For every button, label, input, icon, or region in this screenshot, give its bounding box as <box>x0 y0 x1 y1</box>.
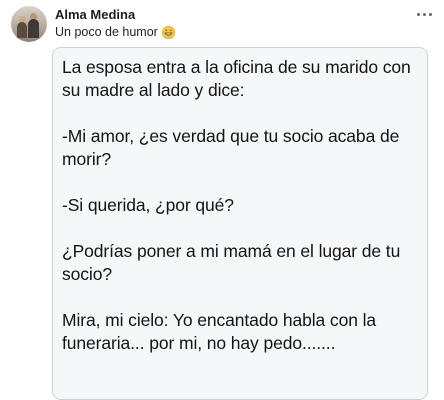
paragraph-5: Mira, mi cielo: Yo encantado habla con l… <box>62 310 377 353</box>
post-header: Alma Medina Un poco de humor <box>0 0 444 48</box>
post-text: La esposa entra a la oficina de su marid… <box>62 56 424 355</box>
paragraph-2: -Mi amor, ¿es verdad que tu socio acaba … <box>62 126 400 169</box>
paragraph-1: La esposa entra a la oficina de su marid… <box>62 57 411 100</box>
group-name[interactable]: Un poco de humor <box>55 25 158 39</box>
post-content-card: La esposa entra a la oficina de su marid… <box>52 47 428 400</box>
paragraph-4: ¿Podrías poner a mi mamá en el lugar de … <box>62 241 401 284</box>
group-line: Un poco de humor <box>55 25 175 39</box>
author-name[interactable]: Alma Medina <box>55 7 135 22</box>
grinning-face-emoji-icon <box>161 25 175 39</box>
avatar[interactable] <box>11 6 47 42</box>
paragraph-3: -Si querida, ¿por qué? <box>62 195 234 215</box>
more-options-icon[interactable] <box>413 4 435 24</box>
